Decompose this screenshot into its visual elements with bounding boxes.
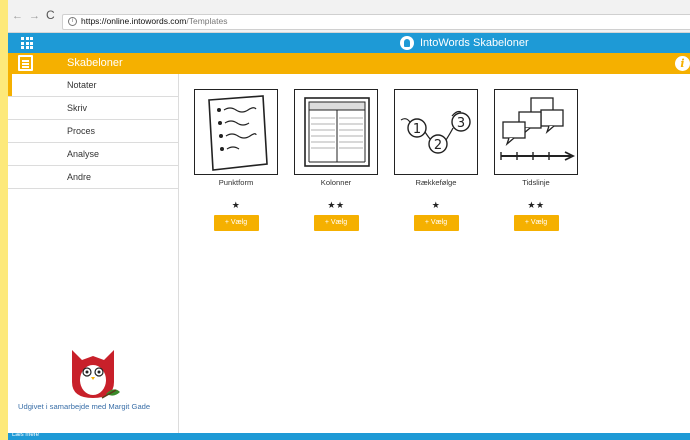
info-circle-icon[interactable]: i (68, 17, 77, 26)
sequence-icon[interactable]: 1 2 3 (394, 89, 478, 175)
credit-text: Udgivet i samarbejde med Margit Gade (18, 402, 151, 411)
address-bar[interactable]: i https://online.intowords.com/Templates (62, 14, 690, 30)
grid-icon[interactable] (21, 37, 33, 49)
template-card-kolonner[interactable]: Kolonner ★★ + Vælg (294, 89, 378, 231)
info-icon[interactable]: i (675, 56, 690, 71)
difficulty-stars: ★ (431, 200, 441, 210)
app-header: IntoWords Skabeloner (8, 33, 690, 53)
template-label: Kolonner (320, 178, 352, 187)
section-bar: Skabeloner i (8, 53, 690, 74)
browser-toolbar: ← → C i https://online.intowords.com/Tem… (8, 0, 690, 33)
difficulty-stars: ★ (231, 200, 241, 210)
intowords-logo-icon (400, 36, 414, 50)
app-title: IntoWords Skabeloner (400, 35, 529, 51)
reload-icon[interactable]: C (46, 9, 55, 21)
template-card-punktform[interactable]: Punktform ★ + Vælg (194, 89, 278, 231)
templates-panel: Punktform ★ + Vælg Kolonner ★★ + Vælg 1 … (180, 74, 690, 433)
owl-logo-icon (72, 350, 120, 399)
template-card-tidslinje[interactable]: Tidslinje ★★ + Vælg (494, 89, 578, 231)
read-more-link[interactable]: Læs mere (12, 432, 39, 438)
document-icon (18, 55, 33, 71)
section-title: Skabeloner (67, 57, 123, 69)
difficulty-stars: ★★ (327, 200, 345, 210)
difficulty-stars: ★★ (527, 200, 545, 210)
footer-bar: Læs mere (8, 432, 690, 440)
choose-button-raekkefoelge[interactable]: + Vælg (413, 215, 459, 231)
sidebar: Notater Skriv Proces Analyse Andre Udgiv… (8, 74, 179, 433)
sidebar-item-analyse[interactable]: Analyse (8, 143, 178, 166)
template-label: Punktform (218, 178, 254, 187)
svg-text:1: 1 (413, 122, 421, 137)
choose-button-tidslinje[interactable]: + Vælg (513, 215, 559, 231)
svg-text:3: 3 (457, 116, 465, 131)
template-label: Rækkefølge (415, 178, 457, 187)
arrow-left-icon[interactable]: ← (12, 11, 23, 22)
arrow-right-icon[interactable]: → (29, 11, 40, 22)
url-text: https://online.intowords.com/Templates (81, 16, 228, 26)
sidebar-item-proces[interactable]: Proces (8, 120, 178, 143)
sidebar-item-notater[interactable]: Notater (8, 74, 178, 97)
timeline-icon[interactable] (494, 89, 578, 175)
bullet-list-icon[interactable] (194, 89, 278, 175)
browser-window: ← → C i https://online.intowords.com/Tem… (8, 0, 690, 440)
template-card-raekkefoelge[interactable]: 1 2 3 Rækkefølge ★ + Vælg (394, 89, 478, 231)
choose-button-kolonner[interactable]: + Vælg (313, 215, 359, 231)
choose-button-punktform[interactable]: + Vælg (213, 215, 259, 231)
svg-text:2: 2 (434, 138, 442, 153)
sidebar-item-andre[interactable]: Andre (8, 166, 178, 189)
columns-icon[interactable] (294, 89, 378, 175)
template-label: Tidslinje (522, 178, 550, 187)
main-area: Notater Skriv Proces Analyse Andre Udgiv… (8, 74, 690, 433)
sidebar-item-skriv[interactable]: Skriv (8, 97, 178, 120)
